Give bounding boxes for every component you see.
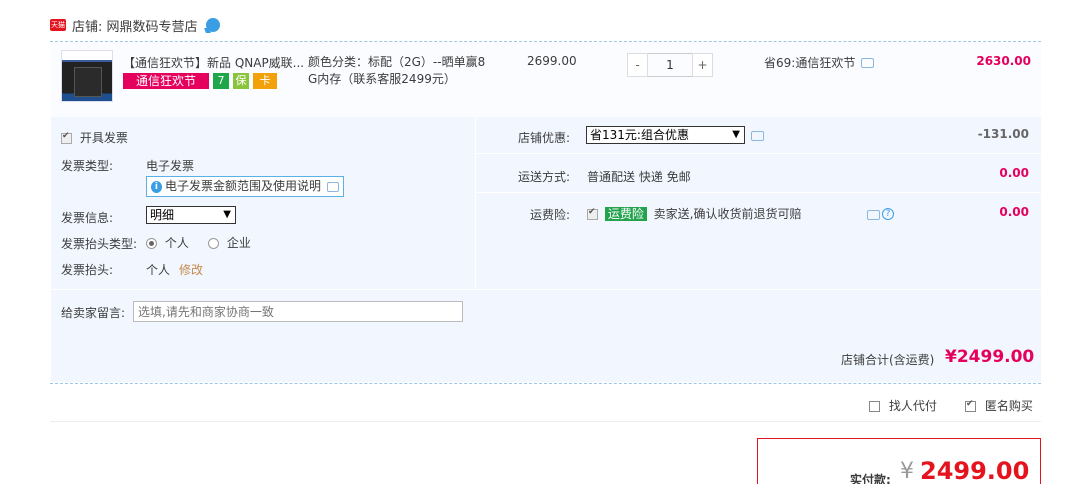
- e-invoice-help-link[interactable]: i 电子发票金额范围及使用说明: [146, 176, 344, 197]
- shop-name[interactable]: 店铺: 网鼎数码专营店: [72, 16, 198, 35]
- divider: [476, 192, 1041, 193]
- anonymous-purchase-label: 匿名购买: [984, 399, 1033, 413]
- invoice-info-label: 发票信息:: [61, 211, 114, 225]
- invoice-panel: 开具发票 发票类型: 电子发票 i 电子发票金额范围及使用说明 发票信息: 明细…: [51, 117, 475, 289]
- seven-day-return-icon: 7: [213, 73, 229, 89]
- personal-label: 个人: [164, 236, 189, 250]
- shipping-method-value: 普通配送 快递 免邮: [587, 170, 691, 184]
- unit-price: 2699.00: [527, 54, 577, 68]
- message-icon: [326, 181, 339, 192]
- anonymous-purchase-option[interactable]: 匿名购买: [965, 397, 1033, 414]
- issue-invoice-label: 开具发票: [79, 131, 128, 145]
- proxy-pay-checkbox[interactable]: [869, 401, 880, 412]
- invoice-title-edit-link[interactable]: 修改: [179, 261, 203, 278]
- shipping-insurance-checkbox[interactable]: [587, 207, 598, 220]
- shop-total-label: 店铺合计(含运费): [841, 353, 935, 367]
- quantity-decrease-button[interactable]: -: [627, 53, 648, 77]
- help-icon[interactable]: ?: [882, 208, 894, 220]
- promotion-saving: 省69:通信狂欢节: [764, 54, 875, 71]
- insurance-text: 卖家送,确认收货前退货可赔: [653, 207, 802, 221]
- company-label: 企业: [226, 236, 251, 250]
- sku-line: 颜色分类：标配（2G）--晒单赢8: [308, 55, 486, 69]
- invoice-info-select[interactable]: 明细 ▼: [146, 206, 236, 224]
- quantity-input[interactable]: 1: [648, 53, 692, 77]
- info-icon: i: [151, 180, 162, 193]
- invoice-info-selected: 明细: [150, 208, 175, 222]
- shop-discount-selected: 省131元:组合优惠: [590, 128, 689, 142]
- issue-invoice-option[interactable]: 开具发票: [61, 129, 128, 146]
- dropdown-arrow-icon: ▼: [223, 209, 231, 220]
- proxy-pay-option[interactable]: 找人代付: [869, 397, 937, 414]
- sku-line: G内存（联系客服2499元）: [308, 72, 456, 86]
- currency-symbol: ¥: [900, 459, 914, 484]
- anonymous-purchase-checkbox[interactable]: [965, 399, 976, 412]
- shipping-insurance-label: 运费险:: [530, 208, 571, 222]
- shipping-method-label: 运送方式:: [518, 170, 571, 184]
- dropdown-arrow-icon: ▼: [732, 129, 740, 140]
- insurance-tag: 运费险: [604, 207, 647, 221]
- divider: [476, 153, 1041, 154]
- divider: [50, 421, 1041, 422]
- shipping-insurance-option[interactable]: 运费险 卖家送,确认收货前退货可赔: [587, 205, 802, 222]
- seller-note-panel: 给卖家留言:: [51, 290, 1041, 332]
- e-invoice-help-text: 电子发票金额范围及使用说明: [164, 179, 321, 193]
- item-subtotal: 2630.00: [976, 54, 1031, 68]
- message-icon[interactable]: [867, 210, 880, 220]
- tmall-badge: 天猫: [50, 19, 66, 31]
- personal-radio[interactable]: [146, 238, 157, 249]
- chat-icon[interactable]: [205, 18, 220, 32]
- invoice-type-label: 发票类型:: [61, 159, 114, 173]
- divider: [50, 383, 1041, 384]
- promo-tag: 通信狂欢节: [123, 73, 209, 89]
- shop-discount-label: 店铺优惠:: [518, 131, 571, 145]
- proxy-pay-label: 找人代付: [888, 399, 937, 413]
- shipping-amount: 0.00: [999, 166, 1029, 180]
- actual-payment-box: 实付款: ¥ 2499.00: [757, 438, 1041, 484]
- seller-note-label: 给卖家留言:: [61, 306, 126, 320]
- invoice-type-value: 电子发票: [146, 159, 195, 173]
- order-item-row: 【通信狂欢节】新品 QNAP威联... 通信狂欢节 7 保 卡 颜色分类：标配（…: [51, 42, 1041, 117]
- insurance-amount: 0.00: [999, 205, 1029, 219]
- title-type-company-option[interactable]: 企业: [208, 234, 251, 251]
- product-thumbnail[interactable]: [61, 50, 113, 102]
- quantity-stepper: - 1 +: [627, 53, 713, 77]
- invoice-title-label: 发票抬头:: [61, 263, 114, 277]
- seller-note-input[interactable]: [133, 301, 463, 322]
- issue-invoice-checkbox[interactable]: [61, 131, 72, 144]
- invoice-title-value: 个人: [146, 263, 171, 277]
- shop-discount-amount: -131.00: [977, 127, 1029, 141]
- shop-total-panel: 店铺合计(含运费) ¥2499.00: [51, 332, 1041, 382]
- shop-total-value: ¥2499.00: [945, 347, 1035, 367]
- sku-info: 颜色分类：标配（2G）--晒单赢8 G内存（联系客服2499元）: [308, 54, 490, 88]
- card-payment-icon: 卡: [253, 73, 277, 89]
- invoice-title-type-label: 发票抬头类型:: [61, 237, 138, 251]
- saving-text: 省69:通信狂欢节: [764, 56, 856, 70]
- title-type-personal-option[interactable]: 个人: [146, 234, 189, 251]
- quantity-increase-button[interactable]: +: [692, 53, 713, 77]
- actual-payment-value: 2499.00: [920, 457, 1030, 484]
- shop-discount-select[interactable]: 省131元:组合优惠 ▼: [586, 126, 745, 144]
- actual-payment-label: 实付款:: [850, 473, 891, 484]
- product-title[interactable]: 【通信狂欢节】新品 QNAP威联...: [123, 54, 304, 71]
- shop-header: 天猫 店铺: 网鼎数码专营店: [50, 14, 220, 36]
- delivery-panel: 店铺优惠: 省131元:组合优惠 ▼ -131.00 运送方式: 普通配送 快递…: [476, 117, 1041, 289]
- company-radio[interactable]: [208, 238, 219, 249]
- message-icon[interactable]: [751, 131, 764, 141]
- guarantee-icon: 保: [233, 73, 249, 89]
- message-icon[interactable]: [861, 57, 875, 68]
